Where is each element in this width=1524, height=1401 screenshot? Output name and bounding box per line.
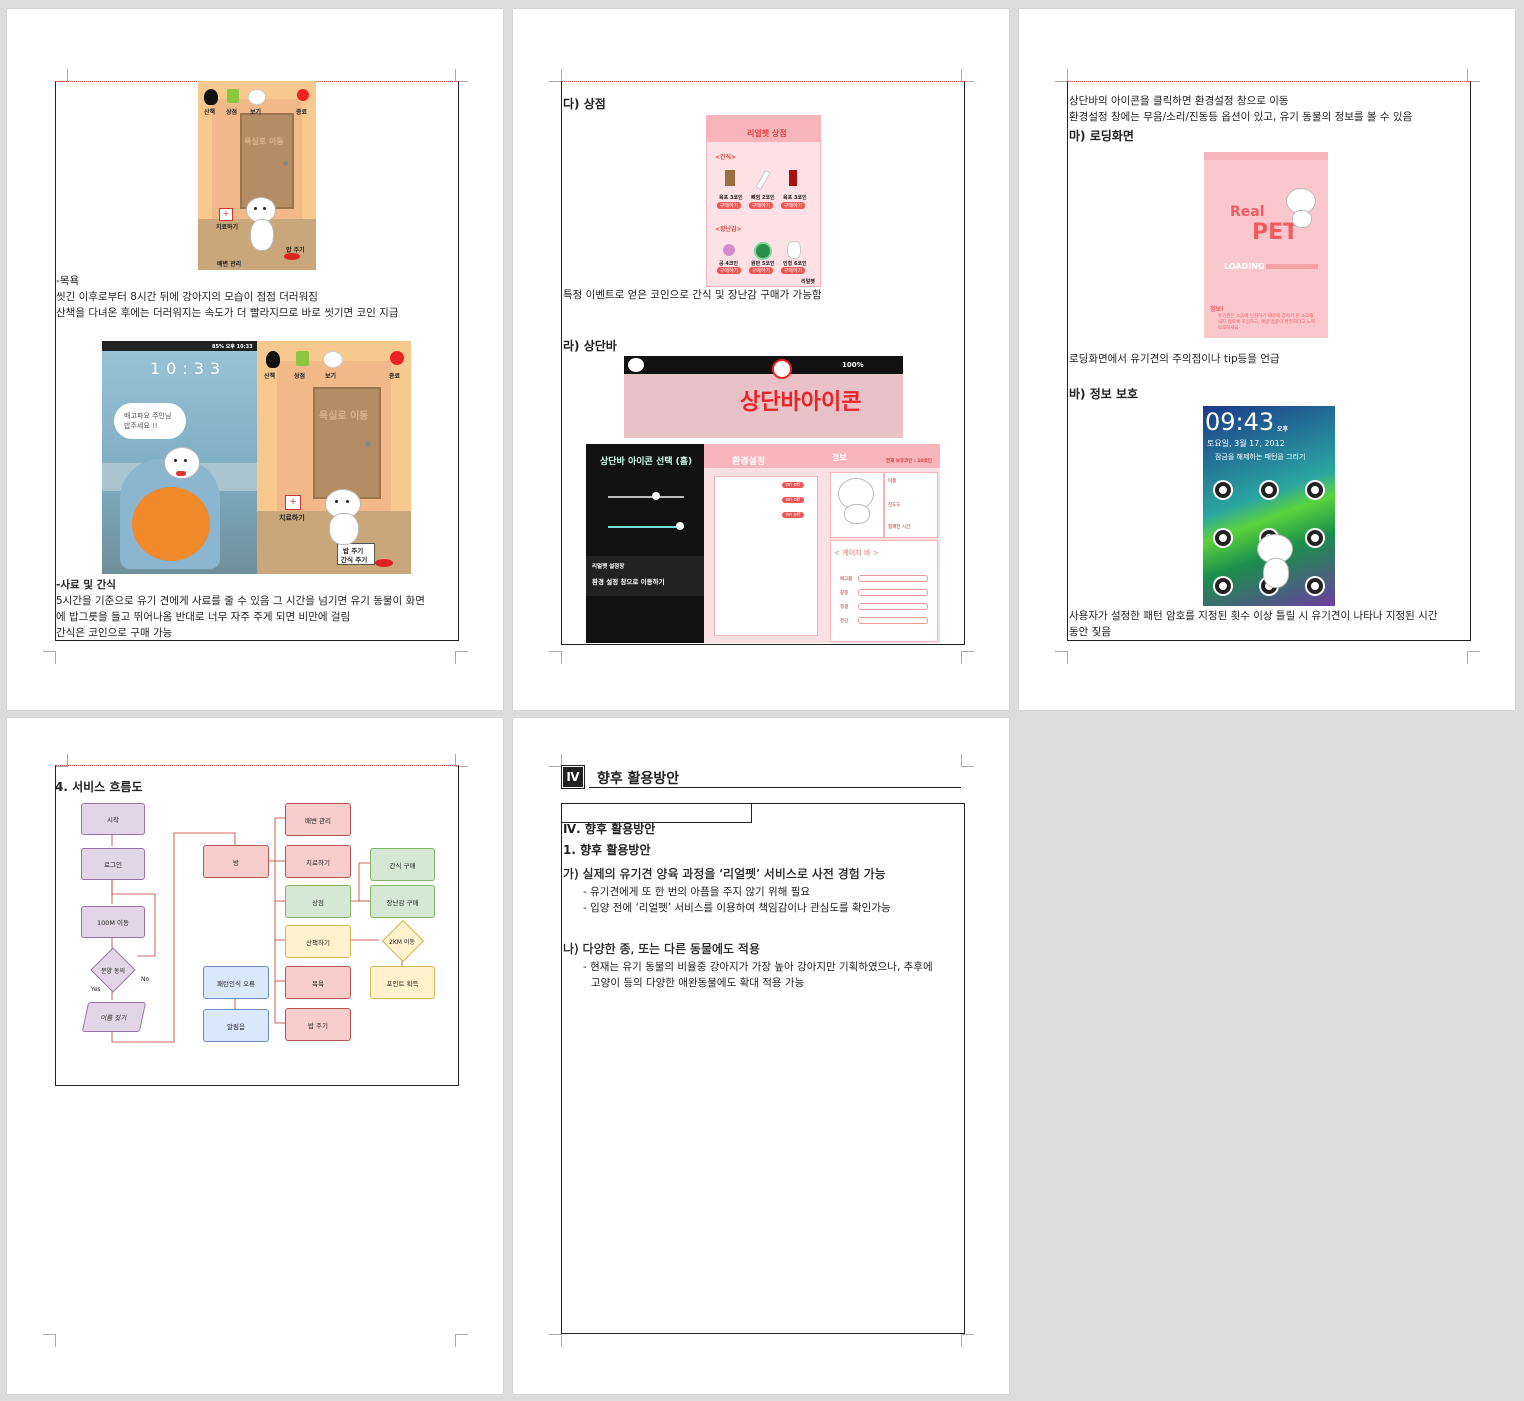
- page-2: 다) 상점 리얼펫 상점 <간식> 육포 3코인 뼈껌 2코인 육포 3코인 구…: [513, 9, 1009, 710]
- page-1: 욕실로 이동 산책 상점 보기 종료 치료하기 + 밥 주기 배변 관리 -목욕…: [7, 9, 503, 710]
- loading-screenshot: Real PET LOADING 정보! 유기견은 소음에 민감하기 때문에 갑…: [1204, 152, 1328, 338]
- flow-room: 방: [203, 845, 269, 878]
- page-4: 4. 서비스 흐름도 시작 로그인 100M 이동 분양 동의 Yes No 이…: [7, 718, 503, 1394]
- bath-title: -목욕: [56, 275, 80, 287]
- shop-screenshot: 리얼펫 상점 <간식> 육포 3코인 뼈껌 2코인 육포 3코인 구매하기 구매…: [706, 115, 821, 287]
- settings-screenshot: 상단바 아이콘 선택 (홈) 리얼펫 설정창 환경 설정 창으로 이동하기 환경…: [586, 444, 940, 643]
- game-screenshot-room: 욕실로 이동 산책 상점 보기 종료 치료하기 + 밥 주기 배변 관리: [198, 81, 316, 270]
- game-screenshot-feed: 욕실로 이동 산책 상점 보기 종료 + 치료하기 밥 주기 간식 주기: [257, 341, 411, 574]
- dog-icon: [242, 197, 278, 253]
- flow-move: 100M 이동: [81, 906, 145, 938]
- lockscreen-screenshot: 09:43 오후 토요일, 3월 17, 2012 잠금을 해제하는 패턴을 그…: [1203, 406, 1335, 606]
- section-title: 향후 활용방안: [597, 771, 680, 787]
- statusbar-screenshot: 100% 상단바아이콘: [624, 356, 903, 438]
- phone-home-screenshot: 85% 오후 10:33 10:33 배고파요 주인님 밥주세요 !!: [102, 341, 257, 574]
- section-badge: Ⅳ: [561, 765, 585, 789]
- page-3: 상단바의 아이콘을 클릭하면 환경설정 창으로 이동 환경설정 창에는 무음/소…: [1019, 9, 1515, 710]
- flow-login: 로그인: [81, 848, 145, 880]
- flow-name: 이름 짓기: [81, 1002, 147, 1032]
- page-5: Ⅳ 향후 활용방안 Ⅳ. 향후 활용방안 1. 향후 활용방안 가) 실제의 유…: [513, 718, 1009, 1394]
- flow-start: 시작: [81, 803, 145, 835]
